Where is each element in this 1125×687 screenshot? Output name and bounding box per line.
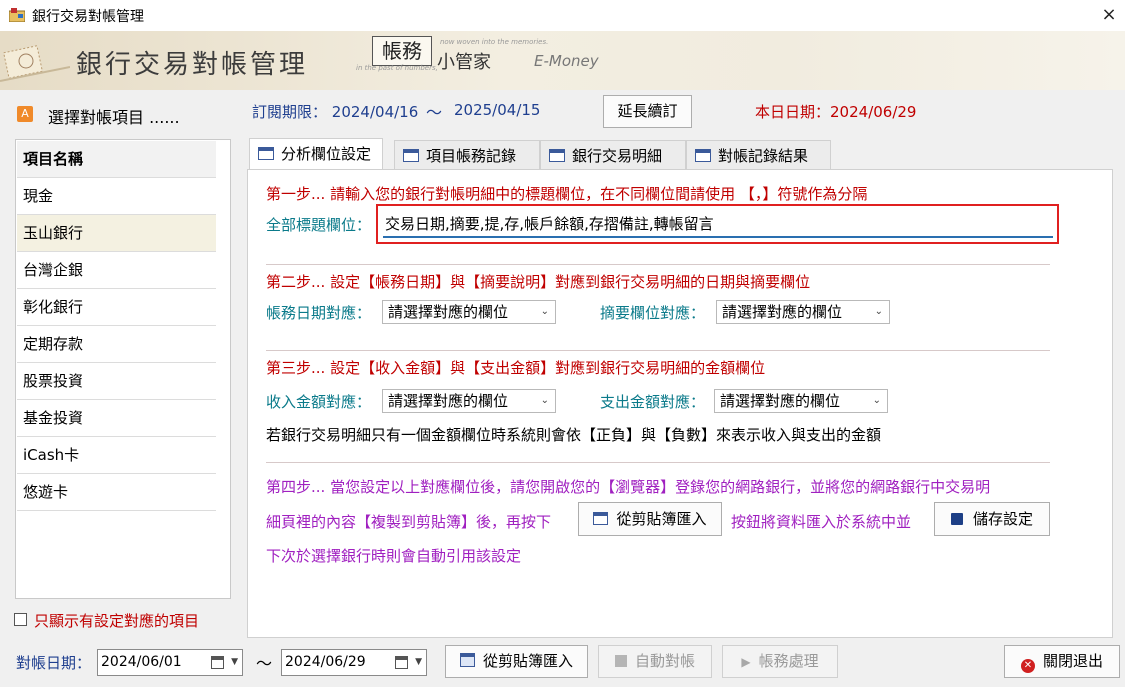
clipboard-icon	[459, 653, 475, 667]
subscription-start: 2024/04/16	[331, 103, 419, 121]
step4-instruction-line2a: 細頁裡的內容【複製到剪貼簿】後，再按下	[266, 513, 552, 531]
divider	[266, 462, 1050, 463]
subscription-period: 訂閱期限： 2024/04/16	[252, 101, 418, 122]
table-icon	[258, 147, 274, 160]
close-circle-icon: ✕	[1020, 659, 1035, 673]
date-to-picker[interactable]: 2024/06/29 ▼	[281, 649, 427, 676]
table-icon	[403, 149, 419, 162]
window-title: 銀行交易對帳管理	[32, 9, 144, 25]
close-icon[interactable]: ×	[1096, 2, 1122, 28]
brand-english: E-Money	[534, 52, 599, 70]
expense-mapping-select[interactable]: 請選擇對應的欄位 ⌄	[714, 389, 888, 413]
header-a-icon: A	[17, 106, 33, 122]
amount-sign-note: 若銀行交易明細只有一個金額欄位時系統則會依【正負】與【負數】來表示收入與支出的金…	[266, 426, 882, 444]
dropdown-arrow-icon: ▼	[415, 657, 422, 667]
import-clipboard-button[interactable]: 從剪貼簿匯入	[445, 645, 588, 678]
date-mapping-label: 帳務日期對應：	[266, 304, 372, 322]
list-column-header: 項目名稱	[17, 141, 216, 178]
dropdown-arrow-icon: ▼	[231, 657, 238, 667]
tab-reconcile-results[interactable]: 對帳記錄結果	[686, 140, 831, 170]
subscription-label: 訂閱期限：	[252, 103, 328, 121]
step1-instruction: 第一步... 請輸入您的銀行對帳明細中的標題欄位，在不同欄位間請使用 【，】符號…	[266, 185, 868, 203]
subscription-end: 2025/04/15	[454, 101, 541, 119]
header-field-label: 全部標題欄位：	[266, 216, 372, 234]
brand-tagline: now woven into the memories.	[440, 38, 549, 46]
banner-title: 銀行交易對帳管理	[76, 50, 309, 80]
floppy-disk-icon	[950, 513, 963, 525]
brand-subtitle: 小管家	[437, 52, 491, 73]
chevron-down-icon: ⌄	[540, 306, 549, 317]
list-item[interactable]: 悠遊卡	[17, 474, 216, 511]
list-item-selected[interactable]: 玉山銀行	[17, 215, 216, 252]
brand-tagline-2: in the past of numbers,	[356, 64, 438, 72]
today-date: 本日日期：2024/06/29	[755, 101, 916, 122]
extend-subscription-button[interactable]: 延長續訂	[603, 95, 692, 128]
clipboard-icon	[593, 512, 609, 525]
chevron-down-icon: ⌄	[874, 306, 883, 317]
close-exit-button[interactable]: ✕ 關閉退出	[1004, 645, 1120, 678]
step3-instruction: 第三步... 設定【收入金額】與【支出金額】對應到銀行交易明細的金額欄位	[266, 359, 766, 377]
app-icon	[9, 8, 25, 22]
reconcile-date-label: 對帳日期：	[16, 654, 92, 672]
today-label: 本日日期：	[755, 103, 831, 121]
divider	[266, 350, 1050, 351]
list-item[interactable]: 股票投資	[17, 363, 216, 400]
table-icon	[695, 149, 711, 162]
filter-checkbox-label[interactable]: 只顯示有設定對應的項目	[34, 610, 199, 631]
header-fields-input[interactable]	[383, 210, 1053, 238]
brand-logo: 帳務	[372, 36, 432, 66]
item-list[interactable]: 項目名稱 現金 玉山銀行 台灣企銀 彰化銀行 定期存款 股票投資 基金投資 iC…	[15, 139, 231, 599]
table-icon	[549, 149, 565, 162]
list-item[interactable]: 基金投資	[17, 400, 216, 437]
range-separator: ～	[426, 103, 443, 122]
auto-reconcile-button[interactable]: 自動對帳	[598, 645, 712, 678]
memo-mapping-label: 摘要欄位對應：	[600, 304, 706, 322]
calendar-icon	[211, 656, 224, 669]
postcard-stamp-decoration	[0, 45, 70, 82]
account-process-button[interactable]: ▶ 帳務處理	[722, 645, 838, 678]
list-item[interactable]: 台灣企銀	[17, 252, 216, 289]
title-bar: 銀行交易對帳管理 ×	[0, 0, 1125, 31]
divider	[266, 264, 1050, 265]
tab-bank-transactions[interactable]: 銀行交易明細	[540, 140, 686, 170]
save-settings-button[interactable]: 儲存設定	[934, 502, 1050, 536]
date-from-picker[interactable]: 2024/06/01 ▼	[97, 649, 243, 676]
play-icon: ▶	[741, 655, 751, 669]
today-value: 2024/06/29	[830, 103, 917, 121]
list-item[interactable]: 現金	[17, 178, 216, 215]
date-mapping-select[interactable]: 請選擇對應的欄位 ⌄	[382, 300, 556, 324]
calendar-icon	[395, 656, 408, 669]
income-mapping-label: 收入金額對應：	[266, 393, 372, 411]
banner: 銀行交易對帳管理 now woven into the memories. 帳務…	[0, 31, 1125, 90]
list-item[interactable]: iCash卡	[17, 437, 216, 474]
step4-instruction-line3: 下次於選擇銀行時則會自動引用該設定	[266, 547, 522, 565]
expense-mapping-label: 支出金額對應：	[600, 393, 706, 411]
range-separator: ～	[256, 654, 273, 673]
printer-icon	[614, 655, 627, 667]
filter-checkbox[interactable]	[14, 613, 27, 626]
step4-instruction-line1: 第四步... 當您設定以上對應欄位後，請您開啟您的【瀏覽器】登錄您的網路銀行，並…	[266, 478, 991, 496]
tab-analysis-settings[interactable]: 分析欄位設定	[249, 138, 383, 170]
list-item[interactable]: 彰化銀行	[17, 289, 216, 326]
chevron-down-icon: ⌄	[540, 395, 549, 406]
memo-mapping-select[interactable]: 請選擇對應的欄位 ⌄	[716, 300, 890, 324]
step4-instruction-line2b: 按鈕將資料匯入於系統中並	[731, 513, 912, 531]
step4-import-clipboard-button[interactable]: 從剪貼簿匯入	[578, 502, 722, 536]
chevron-down-icon: ⌄	[872, 395, 881, 406]
left-panel-title: 選擇對帳項目 ......	[48, 108, 180, 127]
tab-account-records[interactable]: 項目帳務記錄	[394, 140, 540, 170]
step2-instruction: 第二步... 設定【帳務日期】與【摘要說明】對應到銀行交易明細的日期與摘要欄位	[266, 273, 811, 291]
income-mapping-select[interactable]: 請選擇對應的欄位 ⌄	[382, 389, 556, 413]
list-item[interactable]: 定期存款	[17, 326, 216, 363]
